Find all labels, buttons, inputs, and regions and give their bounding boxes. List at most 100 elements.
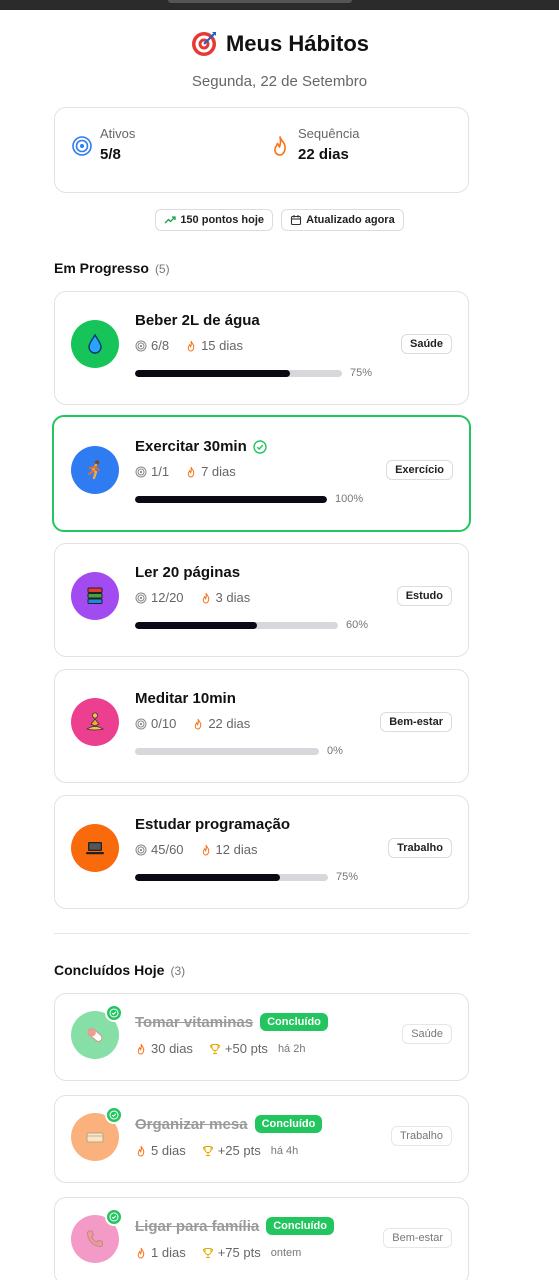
check-circle-icon — [253, 439, 267, 454]
category-tag: Bem-estar — [380, 712, 452, 732]
progress-bar-fill — [135, 621, 257, 629]
target-ring-icon — [72, 136, 92, 156]
section-divider — [54, 933, 469, 934]
streak-value: 22 dias — [298, 146, 349, 163]
habit-progress-row: 60% — [135, 619, 368, 631]
habit-streak: 30 dias — [151, 1041, 193, 1056]
habit-name-text: Beber 2L de água — [135, 312, 260, 329]
check-icon — [109, 1212, 119, 1222]
completed-habit-card[interactable]: Organizar mesa Concluído 5 dias +25 pts … — [54, 1095, 469, 1183]
habit-meta: 1 dias +75 pts ontem — [135, 1245, 301, 1260]
progress-bar-fill — [135, 369, 291, 377]
habit-meta: 30 dias +50 pts há 2h — [135, 1041, 305, 1056]
habit-streak: 3 dias — [215, 590, 251, 605]
habit-name-text: Organizar mesa — [135, 1115, 248, 1133]
in-progress-count: (5) — [154, 262, 170, 276]
habit-name-text: Meditar 10min — [135, 690, 236, 707]
target-icon — [191, 32, 216, 56]
target-small-icon — [135, 718, 147, 729]
habit-card[interactable]: Estudar programação 45/60 12 dias 75% Tr… — [54, 795, 469, 909]
target-small-icon — [135, 592, 147, 603]
progress-percent: 100% — [335, 493, 364, 505]
flame-icon — [137, 1043, 145, 1055]
completed-check-badge — [105, 1106, 123, 1124]
habit-progress-row: 0% — [135, 745, 343, 757]
habit-name-text: Tomar vitaminas — [135, 1013, 254, 1031]
completed-badge: Concluído — [266, 1217, 334, 1235]
streak-label: Sequência — [298, 126, 360, 141]
page-title: Meus Hábitos — [190, 30, 369, 58]
habit-streak: 12 dias — [215, 842, 258, 857]
progress-bar-fill — [135, 873, 280, 881]
active-stat: Ativos 5/8 — [71, 126, 135, 163]
flame-icon — [202, 844, 209, 856]
in-progress-heading: Em Progresso (5) — [54, 260, 170, 276]
flame-icon — [195, 718, 202, 730]
meditation-icon — [83, 710, 107, 734]
calendar-icon — [291, 215, 302, 226]
habit-name: Meditar 10min — [135, 690, 236, 707]
laptop-icon — [83, 836, 107, 860]
habit-streak: 22 dias — [208, 716, 251, 731]
stats-card: Ativos 5/8 Sequência 22 dias — [54, 107, 469, 193]
habit-name: Beber 2L de água — [135, 312, 260, 329]
habit-avatar — [71, 698, 119, 746]
updated-chip: Atualizado agora — [281, 209, 404, 231]
habit-card[interactable]: Ler 20 páginas 12/20 3 dias 60% Estudo — [54, 543, 469, 657]
habit-progress-row: 75% — [135, 871, 358, 883]
done-count: (3) — [170, 964, 186, 978]
habit-meta: 0/10 22 dias — [135, 716, 250, 731]
progress-bar — [135, 873, 328, 881]
target-small-icon — [135, 340, 147, 351]
habit-points: +25 pts — [217, 1143, 261, 1158]
pill-icon — [83, 1023, 107, 1047]
target-small-icon — [135, 844, 147, 855]
streak-stat: Sequência 22 dias — [269, 126, 359, 163]
page-header: Meus Hábitos Segunda, 22 de Setembro — [0, 30, 559, 90]
phone-icon — [83, 1227, 107, 1251]
current-date: Segunda, 22 de Setembro — [191, 73, 368, 90]
habit-card[interactable]: Meditar 10min 0/10 22 dias 0% Bem-estar — [54, 669, 469, 783]
category-tag: Saúde — [400, 334, 452, 354]
points-chip-label: 150 pontos hoje — [180, 214, 265, 226]
completed-check-badge — [105, 1004, 123, 1022]
flame-icon — [187, 466, 195, 478]
flame-icon — [274, 136, 286, 156]
category-tag: Estudo — [396, 586, 452, 606]
done-heading: Concluídos Hoje (3) — [54, 962, 185, 978]
progress-bar — [135, 621, 338, 629]
check-icon — [109, 1110, 119, 1120]
category-tag: Bem-estar — [383, 1228, 452, 1248]
habit-card[interactable]: Exercitar 30min 1/1 7 dias 100% Exercíci… — [52, 415, 471, 532]
progress-bar — [135, 747, 319, 755]
habit-name-text: Exercitar 30min — [135, 438, 247, 455]
completed-time: ontem — [270, 1246, 302, 1259]
active-label: Ativos — [100, 126, 136, 141]
completed-habit-card[interactable]: Ligar para família Concluído 1 dias +75 … — [54, 1197, 469, 1280]
habit-streak: 7 dias — [201, 464, 236, 479]
habit-meta: 45/60 12 dias — [135, 842, 257, 857]
desk-icon — [83, 1125, 107, 1149]
habit-progress: 0/10 — [151, 716, 177, 731]
completed-check-badge — [105, 1208, 123, 1226]
summary-chips: 150 pontos hoje Atualizado agora — [0, 209, 559, 231]
habit-avatar — [71, 824, 119, 872]
progress-bar — [135, 369, 342, 377]
in-progress-title: Em Progresso — [54, 260, 149, 276]
completed-habit-card[interactable]: Tomar vitaminas Concluído 30 dias +50 pt… — [54, 993, 469, 1081]
progress-percent: 60% — [346, 619, 369, 631]
trophy-icon — [209, 1043, 220, 1054]
habit-name: Ligar para família Concluído — [135, 1217, 334, 1235]
category-tag: Trabalho — [388, 838, 452, 858]
completed-badge: Concluído — [254, 1115, 323, 1133]
trophy-icon — [202, 1145, 213, 1156]
habit-card[interactable]: Beber 2L de água 6/8 15 dias 75% Saúde — [54, 291, 469, 405]
progress-percent: 0% — [327, 745, 343, 757]
flame-icon — [187, 340, 195, 352]
habit-streak: 5 dias — [151, 1143, 186, 1158]
habit-name-text: Estudar programação — [135, 816, 291, 833]
completed-time: há 4h — [270, 1144, 299, 1157]
habit-name: Ler 20 páginas — [135, 564, 240, 581]
habit-name: Estudar programação — [135, 816, 290, 833]
habit-name: Exercitar 30min — [135, 438, 267, 455]
